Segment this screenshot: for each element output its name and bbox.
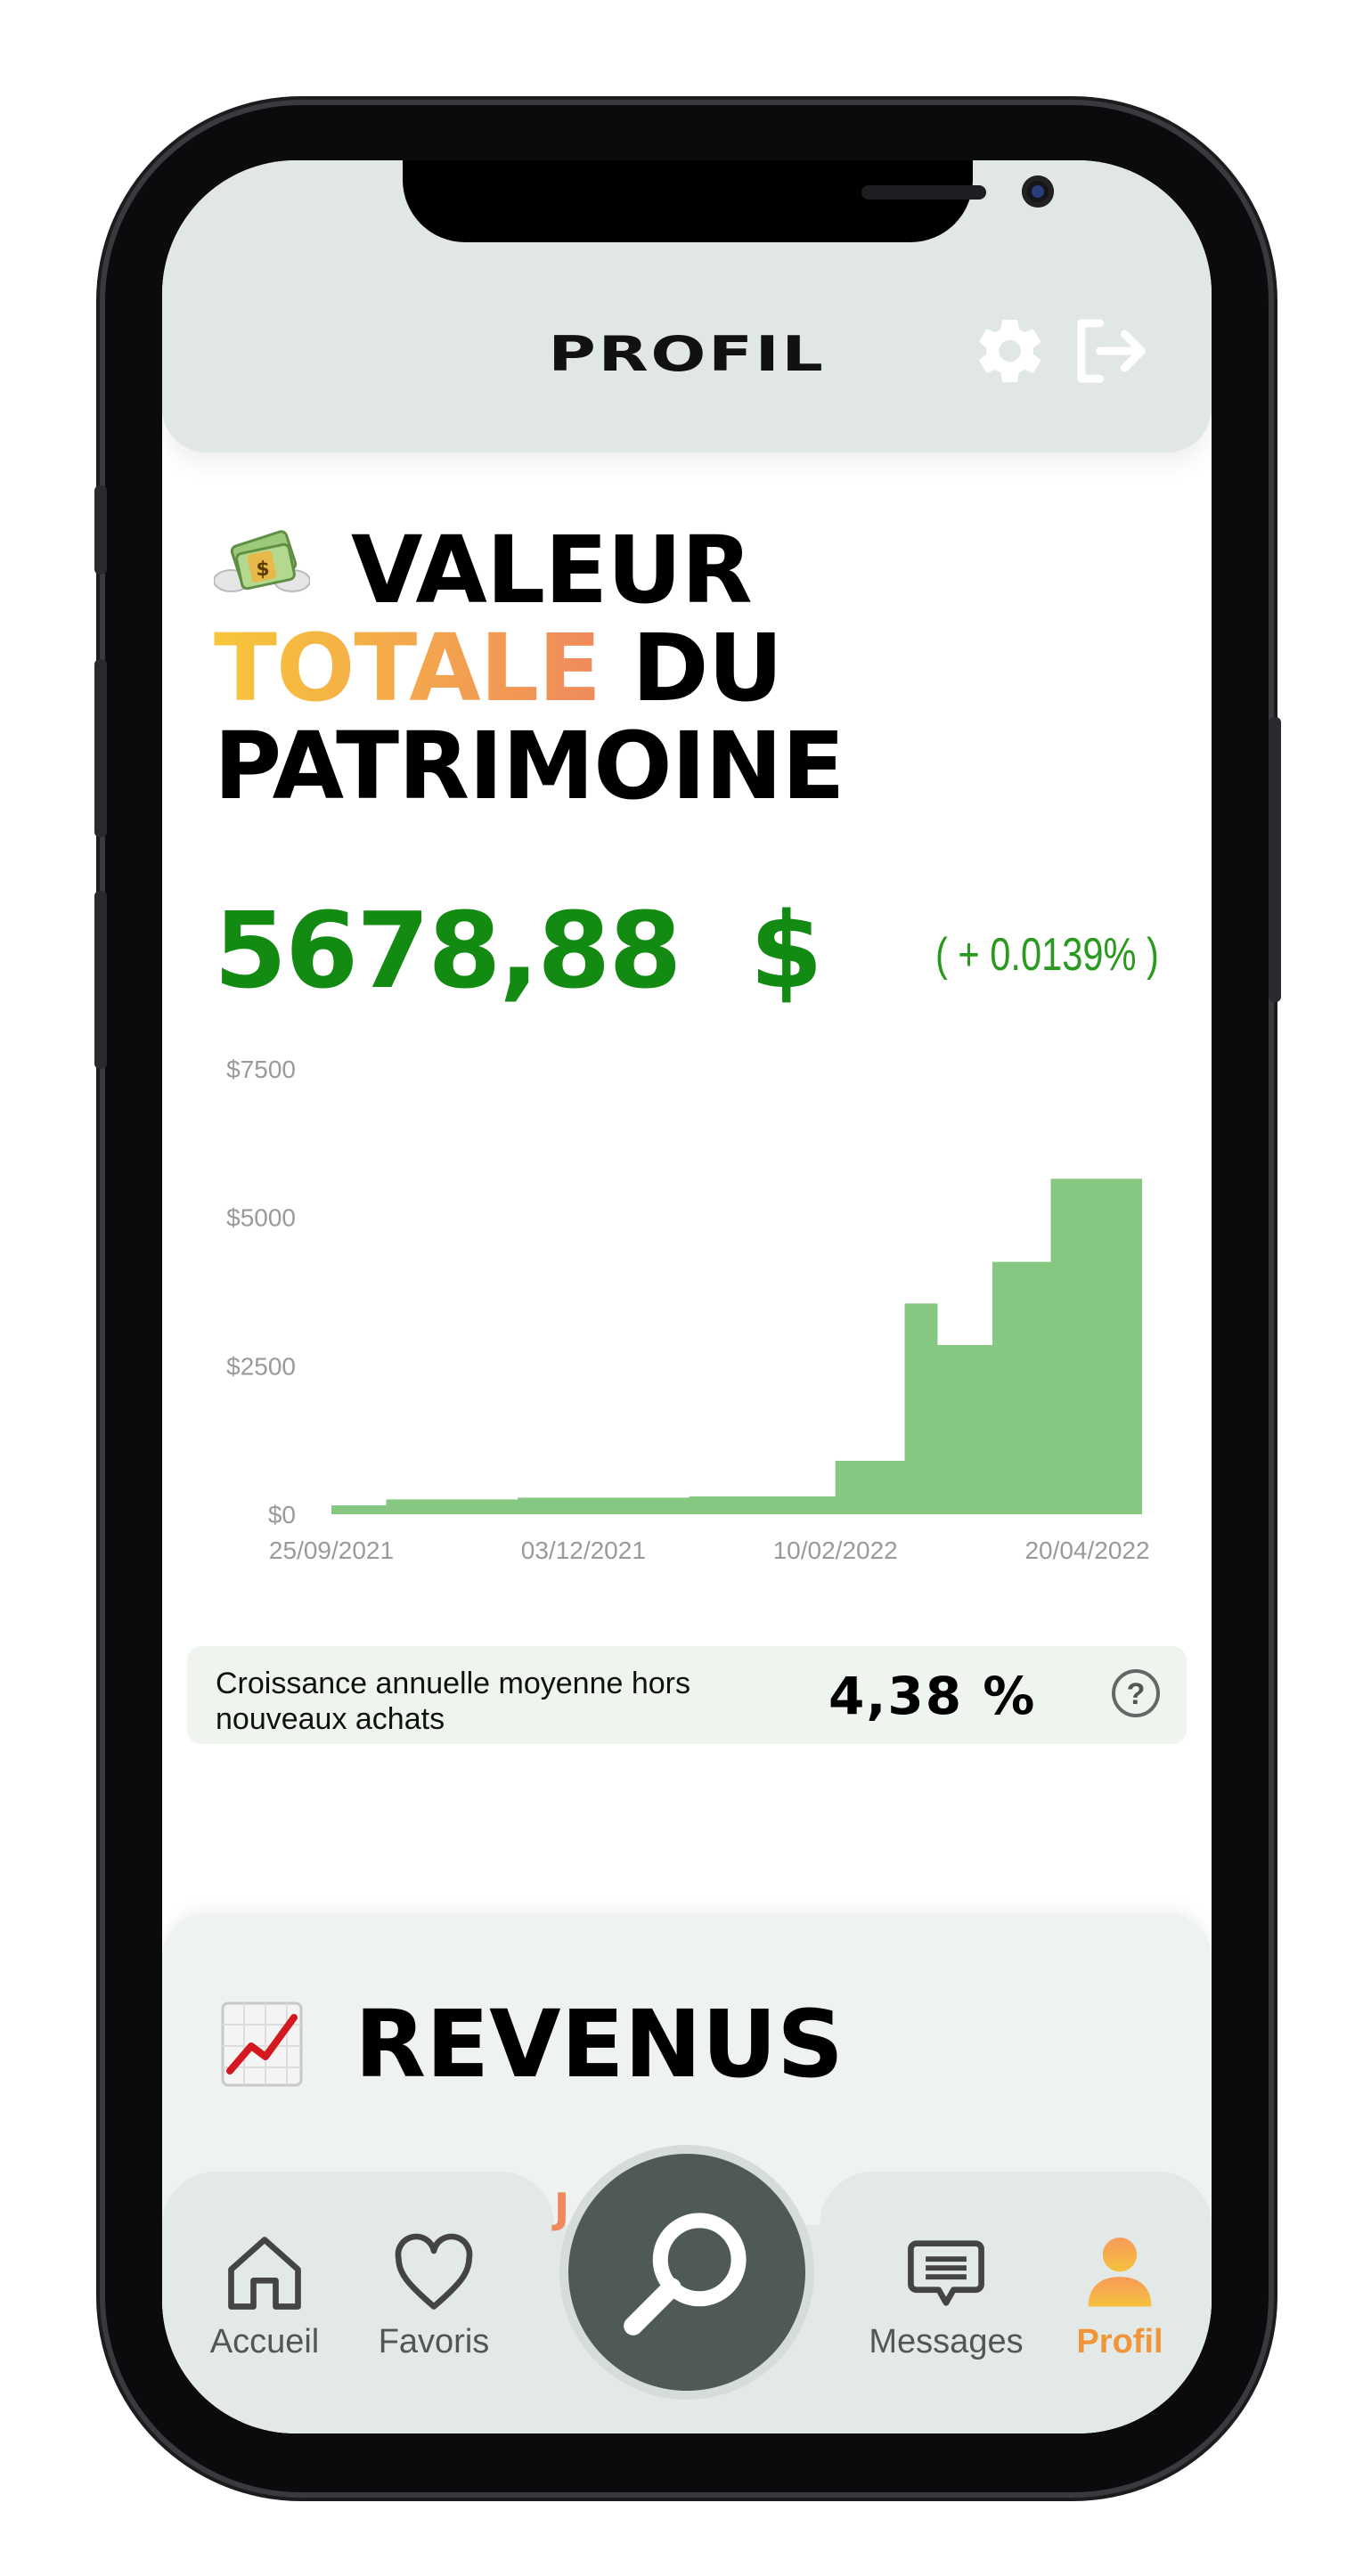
app-screen: PROFIL $ VALEUR TOTALE DU PATRIMOINE 567… bbox=[162, 160, 1212, 2433]
page-title: PROFIL bbox=[548, 326, 826, 382]
revenus-title: REVENUS bbox=[219, 1990, 844, 2099]
amount-currency: $ bbox=[749, 889, 823, 1012]
tab-messages-label: Messages bbox=[869, 2323, 1024, 2360]
growth-panel: Croissance annuelle moyenne hors nouveau… bbox=[187, 1646, 1187, 1744]
profile-icon bbox=[1088, 2238, 1152, 2307]
speaker-grille bbox=[861, 185, 986, 200]
title-patrimoine: PATRIMOINE bbox=[214, 712, 845, 820]
tab-accueil[interactable]: Accueil bbox=[189, 2229, 340, 2361]
title-valeur: VALEUR bbox=[351, 516, 753, 624]
help-icon[interactable]: ? bbox=[1112, 1669, 1160, 1717]
x-tick-label: 10/02/2022 bbox=[773, 1537, 898, 1564]
tab-favoris[interactable]: Favoris bbox=[358, 2229, 510, 2361]
x-tick-label: 25/09/2021 bbox=[269, 1537, 394, 1564]
search-button[interactable] bbox=[568, 2154, 805, 2391]
logout-icon[interactable] bbox=[1069, 314, 1149, 388]
x-tick-label: 20/04/2022 bbox=[1024, 1537, 1149, 1564]
y-tick-label: $7500 bbox=[226, 1056, 296, 1083]
growth-label: Croissance annuelle moyenne hors nouveau… bbox=[216, 1667, 690, 1736]
power-button bbox=[1269, 717, 1281, 1002]
value-change: ( + 0.0139% ) bbox=[935, 929, 1159, 981]
amount-value: 5678,88 bbox=[214, 889, 682, 1012]
svg-text:$: $ bbox=[256, 558, 268, 581]
tab-profil[interactable]: Profil bbox=[1053, 2229, 1187, 2361]
phone-notch bbox=[403, 160, 1054, 242]
heart-icon bbox=[395, 2233, 473, 2310]
tab-favoris-label: Favoris bbox=[378, 2323, 490, 2360]
bottom-tab-bar: J Accueil Favoris Messages Profil bbox=[162, 2154, 1212, 2433]
tab-messages[interactable]: Messages bbox=[857, 2229, 1035, 2361]
title-totale: TOTALE bbox=[214, 614, 601, 722]
tab-profil-label: Profil bbox=[1076, 2323, 1163, 2360]
y-tick-label: $2500 bbox=[226, 1352, 296, 1380]
chart-increasing-icon bbox=[221, 2001, 303, 2087]
title-du: DU bbox=[632, 614, 783, 722]
x-tick-label: 03/12/2021 bbox=[521, 1537, 646, 1564]
volume-down-button bbox=[94, 891, 107, 1069]
y-tick-label: $0 bbox=[268, 1501, 296, 1528]
mute-switch bbox=[94, 485, 107, 575]
money-with-wings-icon: $ bbox=[214, 529, 310, 592]
volume-up-button bbox=[94, 659, 107, 837]
y-tick-label: $5000 bbox=[226, 1204, 296, 1232]
revenus-label: REVENUS bbox=[355, 1990, 845, 2099]
messages-icon bbox=[908, 2240, 984, 2306]
chart-area-series bbox=[331, 1177, 1142, 1514]
total-value: 5678,88 $ bbox=[214, 889, 823, 1012]
home-icon bbox=[228, 2237, 301, 2310]
peek-text: J bbox=[554, 2184, 570, 2232]
gear-icon[interactable] bbox=[973, 314, 1048, 388]
growth-value: 4,38 % bbox=[828, 1666, 1037, 1726]
wealth-title: $ VALEUR TOTALE DU PATRIMOINE bbox=[214, 521, 845, 815]
search-icon bbox=[624, 2213, 747, 2336]
tab-accueil-label: Accueil bbox=[209, 2323, 320, 2360]
wealth-chart: $0 $2500 $5000 $7500 25/09/2021 03/12/2021 10/… bbox=[226, 1056, 1149, 1564]
front-camera bbox=[1022, 175, 1054, 208]
